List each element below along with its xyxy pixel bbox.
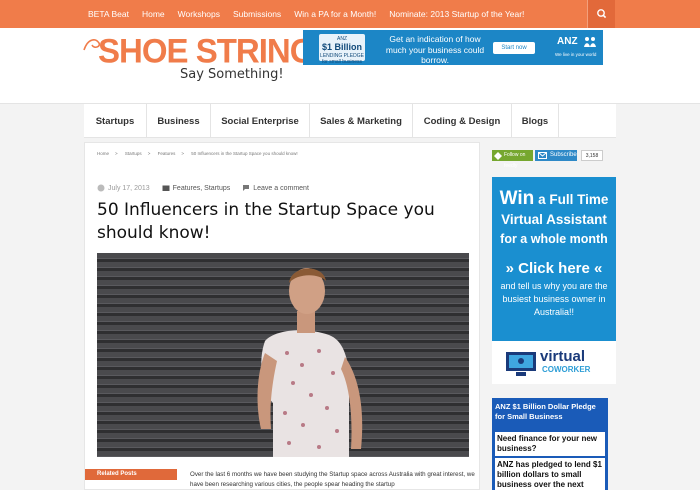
sidebar: Follow on feedly Subscribe 3,158 Win a F… xyxy=(492,142,616,490)
breadcrumb-sep: > xyxy=(181,151,184,156)
nav-item-label: Coding & Design xyxy=(423,115,501,127)
logo-coworker: COWORKER xyxy=(542,365,591,374)
header-ad-banner[interactable]: ANZ $1 Billion LENDING PLEDGE for small … xyxy=(303,30,603,65)
nav-item-label: Startups xyxy=(95,115,135,127)
subscribe-button[interactable]: Subscribe xyxy=(535,150,577,161)
breadcrumb: Home > Startups > Features > 50 Influencers… xyxy=(97,151,304,156)
clock-icon xyxy=(97,184,105,192)
monitor-icon xyxy=(506,352,536,376)
feedly-follow-button[interactable]: Follow on feedly xyxy=(492,150,533,169)
top-link-nominate[interactable]: Nominate: 2013 Startup of the Year! xyxy=(389,9,524,19)
top-link-submissions[interactable]: Submissions xyxy=(233,9,281,19)
ad-anz-logo: ANZ xyxy=(557,36,578,47)
subscriber-count: 3,158 xyxy=(581,150,603,161)
top-link-workshops[interactable]: Workshops xyxy=(178,9,220,19)
main-nav: Startups Business Social Enterprise Sale… xyxy=(84,104,616,138)
post-title: 50 Influencers in the Startup Space you … xyxy=(97,200,435,243)
top-link-home[interactable]: Home xyxy=(142,9,165,19)
post-excerpt: Over the last 6 months we have been stud… xyxy=(190,471,475,488)
comment-icon xyxy=(243,185,250,191)
top-nav: BETA Beat Home Workshops Submissions Win… xyxy=(88,0,537,28)
virtual-assistant-ad[interactable]: Win a Full Time Virtual Assistant for a … xyxy=(492,177,616,384)
nav-item-blogs[interactable]: Blogs xyxy=(512,104,559,138)
breadcrumb-features[interactable]: Features xyxy=(158,151,176,156)
anz-ad-answer: ANZ has pledged to lend $1 billion dolla… xyxy=(495,458,605,490)
nav-item-label: Business xyxy=(157,115,200,127)
breadcrumb-sep: > xyxy=(147,151,151,156)
breadcrumb-home[interactable]: Home xyxy=(97,151,109,156)
person-photo-icon xyxy=(97,253,469,457)
ad-text: Get an indication of how much your busin… xyxy=(385,34,485,65)
subscribe-label: Subscribe xyxy=(550,152,577,158)
site-tagline: Say Something! xyxy=(180,67,284,82)
post-featured-image xyxy=(97,253,469,457)
ad-anz-slogan: We live in your world xyxy=(555,52,597,57)
leave-comment-link[interactable]: Leave a comment xyxy=(253,185,309,192)
search-icon xyxy=(597,9,607,19)
ad-line-1: Win a Full Time xyxy=(492,188,616,210)
ad-card-small: for small business xyxy=(321,58,362,65)
nav-item-sales-marketing[interactable]: Sales & Marketing xyxy=(310,104,413,138)
breadcrumb-startups[interactable]: Startups xyxy=(125,151,142,156)
nav-item-startups[interactable]: Startups xyxy=(84,104,147,138)
ad-line-3: for a whole month xyxy=(500,232,608,246)
site-logo[interactable]: SHOE STRING xyxy=(98,33,315,68)
nav-item-label: Blogs xyxy=(521,115,549,127)
article-panel: Home > Startups > Features > 50 Influencers… xyxy=(84,142,480,490)
breadcrumb-current: 50 Influencers in the Startup Space you … xyxy=(191,151,298,156)
anz-ad-question: Need finance for your new business? xyxy=(495,432,605,456)
ad-start-button[interactable]: Start now xyxy=(493,42,535,54)
nav-item-label: Sales & Marketing xyxy=(320,115,402,127)
virtual-coworker-logo: virtual COWORKER xyxy=(492,341,616,384)
folder-icon xyxy=(162,185,170,191)
post-date: July 17, 2013 xyxy=(108,184,150,192)
nav-item-coding-design[interactable]: Coding & Design xyxy=(413,104,512,138)
nav-item-social-enterprise[interactable]: Social Enterprise xyxy=(211,104,310,138)
follow-label: Follow on feedly xyxy=(504,152,526,169)
related-posts-label: Related Posts xyxy=(85,469,177,480)
post-meta: July 17, 2013 Features, Startups Leave a… xyxy=(97,184,309,192)
mail-icon xyxy=(538,152,547,159)
anz-ad-heading: ANZ $1 Billion Dollar Pledge for Small B… xyxy=(495,402,596,421)
top-link-beta-beat[interactable]: BETA Beat xyxy=(88,9,129,19)
feedly-icon xyxy=(494,151,502,160)
ad-pledge-card: ANZ $1 Billion LENDING PLEDGE for small … xyxy=(319,34,365,65)
nav-item-business[interactable]: Business xyxy=(147,104,211,138)
anz-pledge-ad[interactable]: ANZ $1 Billion Dollar Pledge for Small B… xyxy=(492,398,608,490)
logo-virtual: virtual xyxy=(540,348,586,365)
top-link-win-pa[interactable]: Win a PA for a Month! xyxy=(294,9,376,19)
ad-win: Win xyxy=(499,188,535,209)
ad-body: and tell us why you are the busiest busi… xyxy=(500,281,608,317)
ad-line-2: Virtual Assistant xyxy=(501,212,607,227)
search-button[interactable] xyxy=(587,0,615,28)
breadcrumb-sep: > xyxy=(115,151,118,156)
ad-card-amount: $1 Billion xyxy=(321,42,362,52)
ad-click-here[interactable]: » Click here « xyxy=(492,260,616,277)
anz-people-icon xyxy=(584,37,596,47)
ad-line1-rest: a Full Time xyxy=(538,192,609,207)
post-categories[interactable]: Features, Startups xyxy=(173,185,231,192)
nav-item-label: Social Enterprise xyxy=(221,115,299,127)
